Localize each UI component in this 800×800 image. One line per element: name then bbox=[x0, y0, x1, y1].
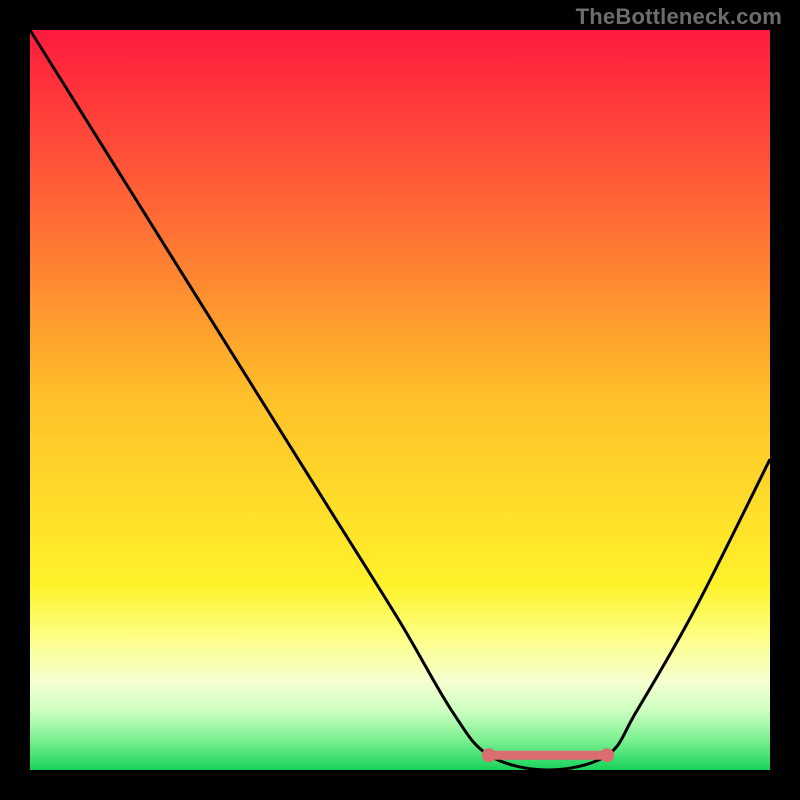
plot-area bbox=[30, 30, 770, 770]
bottleneck-curve-svg bbox=[30, 30, 770, 770]
bottleneck-curve bbox=[30, 30, 770, 770]
optimal-range-dot-left bbox=[482, 748, 496, 762]
chart-frame: TheBottleneck.com bbox=[0, 0, 800, 800]
watermark-text: TheBottleneck.com bbox=[576, 4, 782, 30]
optimal-range-dot-right bbox=[600, 748, 614, 762]
